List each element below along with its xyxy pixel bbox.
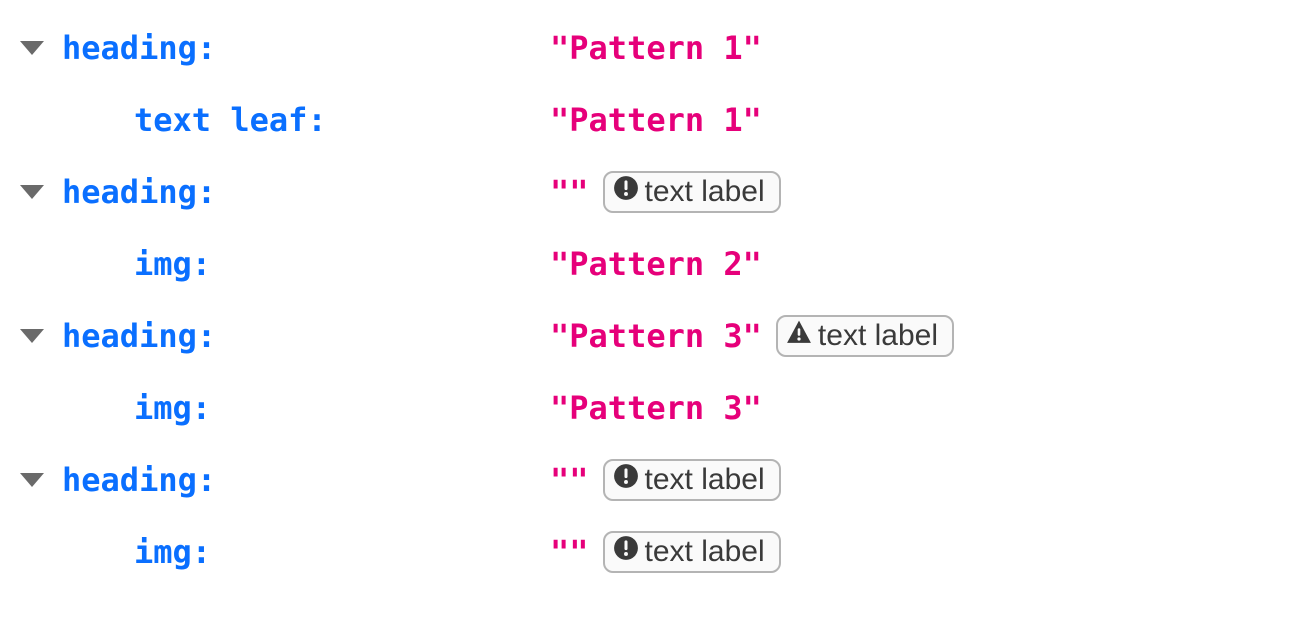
node-type: heading:	[62, 317, 216, 355]
tree-row[interactable]: heading: "Pattern 1"	[20, 12, 1302, 84]
node-type: img:	[134, 389, 211, 427]
badge-label: text label	[645, 463, 765, 497]
node-value: ""	[550, 173, 589, 211]
node-type: heading:	[62, 461, 216, 499]
node-value: "Pattern 1"	[550, 29, 762, 67]
accessibility-tree: heading: "Pattern 1" text leaf: "Pattern 1"…	[20, 12, 1302, 588]
error-icon	[613, 175, 645, 209]
disclosure-triangle-icon[interactable]	[20, 473, 44, 487]
warning-icon	[786, 319, 818, 353]
issue-badge[interactable]: text label	[776, 315, 954, 357]
disclosure-triangle-icon[interactable]	[20, 185, 44, 199]
node-value: ""	[550, 461, 589, 499]
disclosure-triangle-icon[interactable]	[20, 41, 44, 55]
issue-badge[interactable]: text label	[603, 459, 781, 501]
error-icon	[613, 463, 645, 497]
node-type: img:	[134, 533, 211, 571]
badge-label: text label	[818, 319, 938, 353]
node-value: "Pattern 3"	[550, 389, 762, 427]
node-value: ""	[550, 533, 589, 571]
tree-row[interactable]: heading: "" text label	[20, 444, 1302, 516]
node-type: heading:	[62, 173, 216, 211]
node-type: heading:	[62, 29, 216, 67]
node-value: "Pattern 2"	[550, 245, 762, 283]
tree-row[interactable]: heading: "" text label	[20, 156, 1302, 228]
tree-row[interactable]: text leaf: "Pattern 1"	[20, 84, 1302, 156]
node-value: "Pattern 1"	[550, 101, 762, 139]
badge-label: text label	[645, 535, 765, 569]
node-type: text leaf:	[134, 101, 327, 139]
node-type: img:	[134, 245, 211, 283]
error-icon	[613, 535, 645, 569]
tree-row[interactable]: img: "Pattern 3"	[20, 372, 1302, 444]
badge-label: text label	[645, 175, 765, 209]
tree-row[interactable]: img: "Pattern 2"	[20, 228, 1302, 300]
disclosure-triangle-icon[interactable]	[20, 329, 44, 343]
issue-badge[interactable]: text label	[603, 531, 781, 573]
issue-badge[interactable]: text label	[603, 171, 781, 213]
node-value: "Pattern 3"	[550, 317, 762, 355]
tree-row[interactable]: heading: "Pattern 3" text label	[20, 300, 1302, 372]
tree-row[interactable]: img: "" text label	[20, 516, 1302, 588]
